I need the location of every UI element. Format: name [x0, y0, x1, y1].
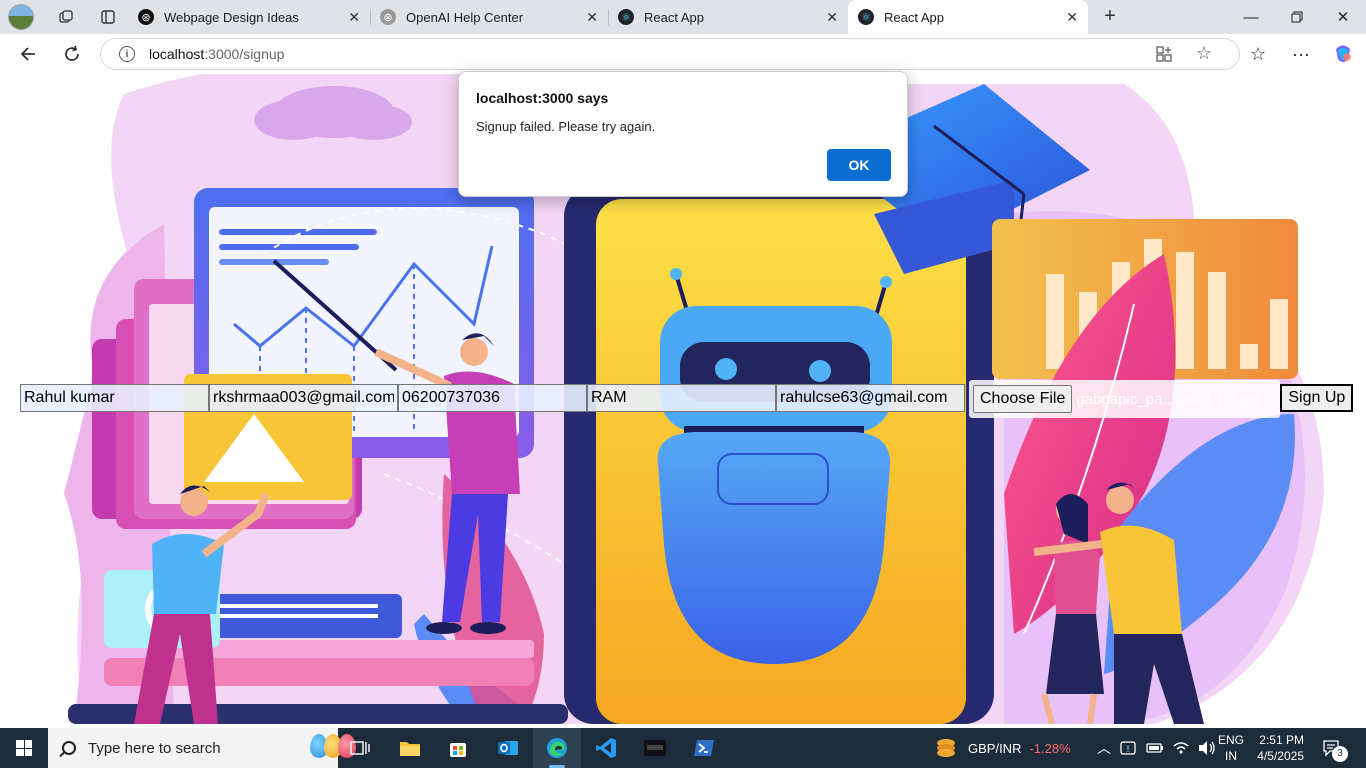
address-bar[interactable]: i localhost:3000/signup ☆ [100, 38, 1240, 70]
chevron-up-icon[interactable]: ︿ [1096, 738, 1112, 758]
clock-time: 2:51 PM [1259, 733, 1304, 747]
profile-avatar[interactable] [8, 4, 34, 30]
file-explorer-icon[interactable] [386, 728, 434, 768]
wifi-icon[interactable] [1172, 740, 1190, 756]
more-options-icon[interactable]: ··· [1286, 40, 1316, 68]
app-available-icon[interactable] [1153, 46, 1175, 66]
action-center-button[interactable]: 3 [1322, 728, 1348, 768]
workspaces-icon[interactable] [46, 0, 86, 34]
ok-button[interactable]: OK [827, 149, 891, 181]
signup-form: Choose File gabgapic_pa...-9001 (1).jpg … [20, 380, 1354, 418]
taskbar-search[interactable]: Type here to search [48, 728, 356, 768]
tab-title: React App [644, 9, 704, 25]
url-path: :3000/signup [204, 46, 285, 62]
dialog-message: Signup failed. Please try again. [476, 119, 656, 134]
close-icon[interactable]: ✕ [348, 9, 360, 26]
powershell-icon[interactable] [680, 728, 728, 768]
volume-icon[interactable] [1198, 740, 1216, 756]
vscode-icon[interactable] [582, 728, 630, 768]
choose-file-button[interactable]: Choose File [973, 385, 1073, 413]
refresh-button[interactable] [57, 40, 87, 68]
windows-logo-icon [16, 740, 32, 756]
minimize-button[interactable]: — [1228, 0, 1274, 34]
favorites-icon[interactable]: ☆ [1243, 40, 1273, 68]
close-icon[interactable]: ✕ [586, 9, 598, 26]
tab-webpage-design-ideas[interactable]: ⊛ Webpage Design Ideas ✕ [128, 0, 370, 34]
url-host: localhost [149, 46, 205, 62]
lang-line2: IN [1225, 749, 1237, 763]
back-button[interactable] [13, 40, 43, 68]
tab-strip: ⊛ Webpage Design Ideas ✕ ⊛ OpenAI Help C… [0, 0, 1366, 34]
file-input[interactable]: Choose File gabgapic_pa...-9001 (1).jpg [969, 380, 1281, 418]
system-tray: ︿ ! [1096, 728, 1216, 768]
close-window-button[interactable]: ✕ [1320, 0, 1366, 34]
phone-input[interactable] [398, 384, 587, 412]
openai-icon: ⊛ [138, 9, 154, 25]
microsoft-store-icon[interactable] [434, 728, 482, 768]
site-info-icon[interactable]: i [119, 46, 135, 62]
close-icon[interactable]: ✕ [826, 9, 838, 26]
battery-icon[interactable] [1146, 741, 1164, 755]
terminal-app-icon[interactable] [631, 728, 679, 768]
favorite-star-icon[interactable]: ☆ [1193, 43, 1215, 63]
ticker-label: GBP/INR [968, 740, 1022, 756]
react-icon: ⚛ [858, 9, 874, 25]
dialog-title: localhost:3000 says [476, 90, 609, 106]
ticker-change: -1.28% [1029, 740, 1071, 756]
name-input[interactable] [20, 384, 209, 412]
react-icon: ⚛ [618, 9, 634, 25]
coins-icon [937, 739, 955, 757]
notification-icon[interactable]: ! [1120, 740, 1138, 756]
svg-text:!: ! [1127, 744, 1130, 754]
tab-react-app[interactable]: ⚛ React App ✕ [608, 0, 848, 34]
lang-line1: ENG [1218, 733, 1245, 747]
windows-taskbar: Type here to search GBP/INR -1.28% ︿ ! E… [0, 728, 1366, 768]
clock[interactable]: 2:51 PM 4/5/2025 [1257, 728, 1304, 768]
tab-actions-icon[interactable] [88, 0, 128, 34]
stock-ticker-widget[interactable]: GBP/INR -1.28% [934, 728, 1071, 768]
browser-toolbar: i localhost:3000/signup ☆ ☆ ··· [0, 34, 1366, 74]
sign-up-button[interactable]: Sign Up [1280, 384, 1354, 412]
secondary-email-input[interactable] [776, 384, 965, 412]
tab-react-app-active[interactable]: ⚛ React App ✕ [848, 0, 1088, 34]
tab-title: OpenAI Help Center [406, 9, 524, 25]
openai-icon: ⊛ [380, 9, 396, 25]
tab-title: Webpage Design Ideas [164, 9, 299, 25]
outlook-icon[interactable] [484, 728, 532, 768]
close-icon[interactable]: ✕ [1066, 9, 1078, 26]
language-indicator[interactable]: ENG IN [1218, 728, 1244, 768]
tab-title: React App [884, 9, 944, 25]
clock-date: 4/5/2025 [1257, 749, 1304, 763]
search-placeholder: Type here to search [88, 739, 221, 757]
task-view-icon[interactable] [336, 728, 384, 768]
new-tab-button[interactable]: + [1096, 4, 1124, 30]
restore-button[interactable] [1274, 0, 1320, 34]
notification-count-badge: 3 [1332, 746, 1348, 762]
email-input[interactable] [209, 384, 398, 412]
search-icon [62, 741, 76, 755]
selected-file-name: gabgapic_pa...-9001 (1).jpg [1076, 390, 1260, 408]
alert-dialog: localhost:3000 says Signup failed. Pleas… [458, 71, 908, 197]
edge-browser-icon[interactable] [533, 728, 581, 768]
start-button[interactable] [0, 728, 48, 768]
tab-openai-help-center[interactable]: ⊛ OpenAI Help Center ✕ [370, 0, 608, 34]
copilot-icon[interactable] [1328, 40, 1358, 68]
password-input[interactable] [587, 384, 776, 412]
